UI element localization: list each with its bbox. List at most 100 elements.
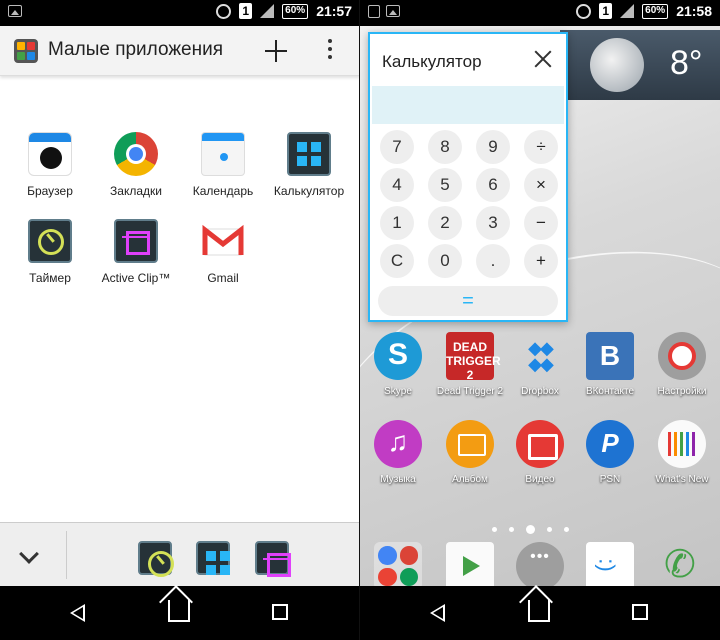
- app-album[interactable]: Альбом: [434, 420, 506, 485]
- key-8[interactable]: 8: [428, 130, 462, 164]
- clock: 21:58: [676, 3, 712, 19]
- key-minus[interactable]: −: [524, 206, 558, 240]
- navigation-bar: [360, 586, 720, 640]
- page-dot[interactable]: [547, 527, 552, 532]
- app-label: Настройки: [657, 386, 707, 397]
- key-5[interactable]: 5: [428, 168, 462, 202]
- app-label: PSN: [599, 474, 621, 485]
- back-icon[interactable]: [70, 604, 85, 622]
- app-browser[interactable]: Браузер: [6, 132, 94, 198]
- app-timer[interactable]: Таймер: [6, 219, 94, 285]
- page-dot[interactable]: [492, 527, 497, 532]
- video-icon: [516, 420, 564, 468]
- key-3[interactable]: 3: [476, 206, 510, 240]
- phone-icon[interactable]: [656, 542, 704, 590]
- timer-icon: [28, 219, 72, 263]
- vk-icon: [586, 332, 634, 380]
- key-2[interactable]: 2: [428, 206, 462, 240]
- weather-temperature: 8°: [670, 44, 703, 82]
- app-label: Gmail: [207, 271, 239, 285]
- home-icon[interactable]: [528, 600, 550, 622]
- messaging-icon[interactable]: [586, 542, 634, 590]
- notification-icon: [368, 5, 380, 18]
- recents-icon[interactable]: [272, 604, 288, 620]
- timer-icon[interactable]: [138, 541, 174, 577]
- app-settings[interactable]: Настройки: [646, 332, 718, 397]
- app-label: ВКонтакте: [585, 386, 635, 397]
- screenshot-notification-icon: [8, 5, 22, 17]
- dead-trigger-icon: DEAD TRIGGER 2: [446, 332, 501, 382]
- home-icon[interactable]: [168, 600, 190, 622]
- app-whats-new[interactable]: What's New: [646, 420, 718, 485]
- google-folder-icon[interactable]: [374, 542, 422, 590]
- back-icon[interactable]: [430, 604, 445, 622]
- recents-icon[interactable]: [632, 604, 648, 620]
- whats-new-icon: [658, 420, 706, 468]
- key-equals[interactable]: =: [378, 286, 558, 316]
- app-label: Браузер: [27, 184, 73, 198]
- chevron-down-icon[interactable]: [19, 544, 39, 564]
- app-drawer-icon[interactable]: [516, 542, 564, 590]
- clock: 21:57: [316, 3, 352, 19]
- overflow-menu-icon[interactable]: [322, 39, 338, 65]
- battery-indicator: 60%: [282, 3, 309, 19]
- key-multiply[interactable]: ×: [524, 168, 558, 202]
- key-7[interactable]: 7: [380, 130, 414, 164]
- app-label: Альбом: [452, 474, 488, 485]
- dropbox-icon: [516, 332, 564, 380]
- app-label: Skype: [384, 386, 412, 397]
- app-calculator[interactable]: Калькулятор: [265, 132, 353, 198]
- screenshot-notification-icon: [386, 5, 400, 17]
- key-clear[interactable]: C: [380, 244, 414, 278]
- key-0[interactable]: 0: [428, 244, 462, 278]
- small-apps-dock: [0, 522, 360, 586]
- signal-icon: [260, 4, 275, 18]
- key-divide[interactable]: ÷: [524, 130, 558, 164]
- play-store-icon[interactable]: [446, 542, 494, 590]
- app-gmail[interactable]: Gmail: [179, 219, 267, 285]
- app-label: Музыка: [380, 474, 416, 485]
- app-video[interactable]: Видео: [504, 420, 576, 485]
- app-bookmarks[interactable]: Закладки: [92, 132, 180, 198]
- key-plus[interactable]: +: [524, 244, 558, 278]
- app-calendar[interactable]: Календарь: [179, 132, 267, 198]
- page-dot[interactable]: [564, 527, 569, 532]
- app-psn[interactable]: PSN: [574, 420, 646, 485]
- status-bar: 1 60% 21:58: [360, 0, 720, 26]
- app-label: Таймер: [29, 271, 71, 285]
- app-dead-trigger-2[interactable]: DEAD TRIGGER 2 Dead Trigger 2: [434, 332, 506, 397]
- page-dot-current[interactable]: [526, 525, 535, 534]
- page-dot[interactable]: [509, 527, 514, 532]
- app-label: What's New: [655, 474, 709, 485]
- small-apps-icon: [14, 39, 38, 63]
- calculator-icon[interactable]: [196, 541, 230, 575]
- battery-indicator: 60%: [642, 3, 669, 19]
- small-apps-screen: 1 60% 21:57 Малые приложения Браузер Зак…: [0, 0, 360, 640]
- key-decimal[interactable]: .: [476, 244, 510, 278]
- close-icon[interactable]: [532, 48, 554, 70]
- app-skype[interactable]: Skype: [362, 332, 434, 397]
- add-icon[interactable]: [262, 37, 290, 65]
- browser-icon: [28, 132, 72, 176]
- app-vkontakte[interactable]: ВКонтакте: [574, 332, 646, 397]
- signal-icon: [620, 4, 635, 18]
- active-clip-icon[interactable]: [255, 541, 291, 577]
- app-label: Dead Trigger 2: [436, 386, 504, 397]
- page-indicator: [492, 525, 569, 534]
- alarm-icon: [216, 3, 232, 19]
- app-dropbox[interactable]: Dropbox: [504, 332, 576, 397]
- app-label: Закладки: [110, 184, 162, 198]
- settings-icon: [658, 332, 706, 380]
- skype-icon: [374, 332, 422, 380]
- app-active-clip[interactable]: Active Clip™: [92, 219, 180, 285]
- divider: [66, 531, 67, 579]
- toolbar: Малые приложения: [0, 26, 360, 76]
- key-4[interactable]: 4: [380, 168, 414, 202]
- key-6[interactable]: 6: [476, 168, 510, 202]
- navigation-bar: [0, 586, 360, 640]
- app-music[interactable]: Музыка: [362, 420, 434, 485]
- key-1[interactable]: 1: [380, 206, 414, 240]
- calculator-display: [372, 86, 564, 124]
- calendar-icon: [201, 132, 245, 176]
- key-9[interactable]: 9: [476, 130, 510, 164]
